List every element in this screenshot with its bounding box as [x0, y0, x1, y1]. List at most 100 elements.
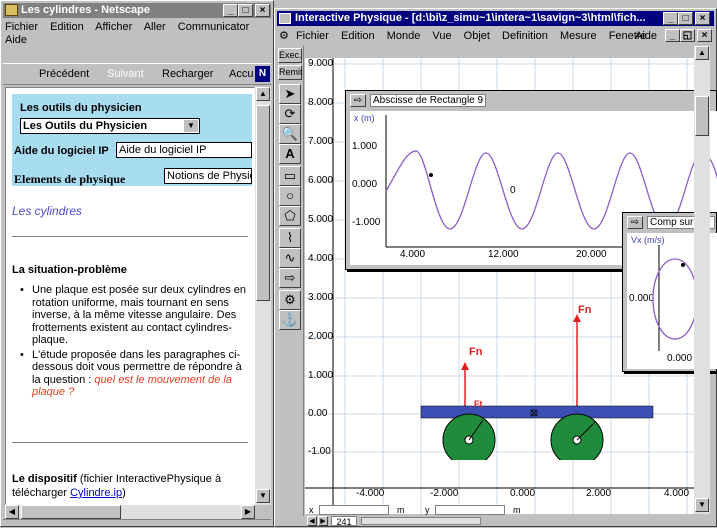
- x-tick: 4.000: [664, 488, 690, 499]
- coord-y-label: y: [425, 505, 430, 515]
- anchor-tool-icon[interactable]: ⚓: [279, 310, 301, 330]
- ip-title: Interactive Physique - [d:\bi\z_simu~1\i…: [295, 12, 646, 24]
- netscape-titlebar[interactable]: Les cylindres - Netscape _ □ ×: [3, 3, 271, 18]
- hscroll-thumb[interactable]: [21, 505, 121, 519]
- tools-select[interactable]: Les Outils du Physicien ▼: [20, 118, 200, 134]
- graph-title: Abscisse de Rectangle 9: [370, 94, 486, 107]
- scroll-up-icon[interactable]: ▲: [256, 87, 270, 101]
- rope-tool-icon[interactable]: ∿: [279, 248, 301, 268]
- chevron-down-icon: ▼: [184, 120, 198, 132]
- menu-fichier[interactable]: Fichier: [5, 21, 38, 33]
- coord-x-field[interactable]: [319, 505, 389, 515]
- close-button[interactable]: ×: [255, 4, 270, 17]
- situation-heading: La situation-problème: [12, 264, 127, 276]
- help-select-value: Aide du logiciel IP: [119, 144, 207, 156]
- svg-text:⊠: ⊠: [530, 408, 538, 419]
- menu-aller[interactable]: Aller: [144, 21, 166, 33]
- ip-coord-bar: x m y m: [305, 505, 710, 516]
- netscape-logo-icon: N: [255, 66, 270, 82]
- home-button[interactable]: Accu: [229, 68, 253, 80]
- force-label-fn-left: Fn: [469, 346, 483, 358]
- menu-afficher[interactable]: Afficher: [95, 21, 132, 33]
- text-tool-icon[interactable]: A: [279, 144, 301, 164]
- ip-vscrollbar[interactable]: ▲ ▼: [694, 46, 710, 514]
- scroll-thumb[interactable]: [256, 105, 270, 301]
- minimize-button[interactable]: _: [223, 4, 238, 17]
- motor-tool-icon[interactable]: ⚙: [279, 290, 301, 310]
- divider: [12, 236, 248, 237]
- tools-heading: Les outils du physicien: [20, 102, 142, 114]
- frame-counter[interactable]: 241: [331, 516, 357, 527]
- reload-button[interactable]: Recharger: [162, 68, 213, 80]
- elements-select[interactable]: Notions de Physic: [164, 168, 252, 184]
- rectangle-tool-icon[interactable]: ▭: [279, 166, 301, 186]
- ip-playback-bar: ◀ ▶ 241: [305, 516, 710, 527]
- menu-objet[interactable]: Objet: [464, 30, 490, 42]
- elements-label: Elements de physique: [14, 172, 126, 186]
- menu-edition[interactable]: Edition: [341, 30, 375, 42]
- ip-scroll-thumb[interactable]: [695, 96, 709, 136]
- actuator-tool-icon[interactable]: ⇨: [279, 268, 301, 288]
- graph-menu-button[interactable]: ⇨: [350, 94, 366, 107]
- menu-aide[interactable]: Aide: [5, 34, 27, 46]
- menu-monde[interactable]: Monde: [387, 30, 421, 42]
- reset-button[interactable]: Remit: [278, 65, 303, 80]
- page-heading: Les cylindres: [12, 204, 83, 218]
- cylindre-link[interactable]: Cylindre.ip: [70, 487, 122, 499]
- ip-menubar: ⚙ Fichier Edition Monde Vue Objet Defini…: [279, 29, 714, 43]
- netscape-title: Les cylindres - Netscape: [21, 4, 151, 16]
- minimize-button[interactable]: _: [663, 12, 678, 25]
- graph2-menu-button[interactable]: ⇨: [627, 216, 643, 229]
- doc-icon[interactable]: ⚙: [279, 30, 289, 42]
- ip-titlebar[interactable]: Interactive Physique - [d:\bi\z_simu~1\i…: [277, 11, 714, 26]
- back-button[interactable]: Précédent: [39, 68, 89, 80]
- playback-slider[interactable]: [361, 517, 481, 525]
- coord-y-field[interactable]: [435, 505, 505, 515]
- menu-aide[interactable]: Aide: [635, 29, 657, 43]
- y-tick: 4.000: [308, 253, 334, 264]
- bullet-list: • Une plaque est posée sur deux cylindres…: [20, 284, 248, 399]
- elements-select-value: Notions de Physic: [167, 170, 252, 182]
- y-tick: 6.000: [308, 175, 334, 186]
- scroll-up-icon[interactable]: ▲: [695, 46, 709, 60]
- scroll-left-icon[interactable]: ◀: [5, 505, 19, 519]
- scroll-right-icon[interactable]: ▶: [241, 505, 255, 519]
- help-select[interactable]: Aide du logiciel IP: [116, 142, 252, 158]
- dispositif-heading: Le dispositif: [12, 473, 77, 485]
- dispositif-end: ): [122, 487, 126, 499]
- dispositif-paragraph: Le dispositif (fichier InteractivePhysiq…: [12, 472, 248, 500]
- rotate-tool-icon[interactable]: ⟳: [279, 104, 301, 124]
- play-prev-icon[interactable]: ▶: [318, 516, 328, 526]
- x-tick: -4.000: [356, 488, 385, 499]
- zoom-tool-icon[interactable]: 🔍: [279, 124, 301, 144]
- menu-fichier[interactable]: Fichier: [296, 30, 329, 42]
- menu-communicator[interactable]: Communicator: [178, 21, 250, 33]
- doc-restore-button[interactable]: ◱: [680, 29, 695, 42]
- divider: [12, 442, 248, 443]
- polygon-tool-icon[interactable]: ⬠: [279, 206, 301, 226]
- maximize-button[interactable]: □: [238, 4, 253, 17]
- menu-mesure[interactable]: Mesure: [560, 30, 597, 42]
- menu-edition[interactable]: Edition: [50, 21, 84, 33]
- netscape-hscrollbar[interactable]: ◀ ▶: [5, 505, 255, 519]
- arrow-tool-icon[interactable]: ➤: [279, 84, 301, 104]
- maximize-button[interactable]: □: [678, 12, 693, 25]
- doc-close-button[interactable]: ×: [697, 29, 712, 42]
- close-button[interactable]: ×: [695, 12, 710, 25]
- ip-app-icon: [279, 13, 291, 24]
- doc-minimize-button[interactable]: _: [665, 29, 680, 42]
- bullet1-text: Une plaque est posée sur deux cylindres …: [32, 284, 247, 346]
- netscape-menubar: Fichier Edition Afficher Aller Communica…: [5, 21, 271, 47]
- menu-definition[interactable]: Definition: [502, 30, 548, 42]
- netscape-vscrollbar[interactable]: ▲ ▼: [255, 87, 271, 505]
- help-label: Aide du logiciel IP: [14, 145, 109, 157]
- forward-button: Suivant: [107, 68, 144, 80]
- play-first-icon[interactable]: ◀: [307, 516, 317, 526]
- spring-tool-icon[interactable]: ⌇: [279, 228, 301, 248]
- circle-tool-icon[interactable]: ○: [279, 186, 301, 206]
- menu-vue[interactable]: Vue: [432, 30, 451, 42]
- simulation-scene: ⊠: [420, 314, 654, 460]
- run-button[interactable]: Exec.: [278, 48, 302, 63]
- scroll-down-icon[interactable]: ▼: [256, 489, 270, 503]
- netscape-content: Les outils du physicien Les Outils du Ph…: [5, 87, 255, 505]
